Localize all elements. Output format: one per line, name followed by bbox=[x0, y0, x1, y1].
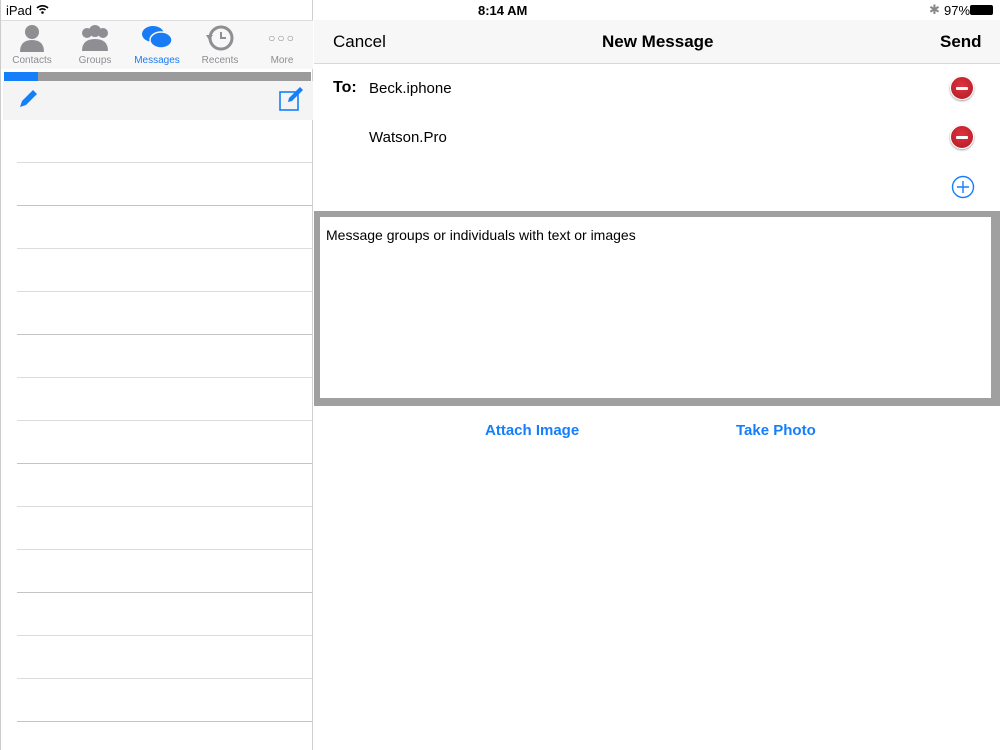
contact-icon bbox=[1, 21, 63, 55]
tab-groups[interactable]: Groups bbox=[64, 21, 126, 70]
edit-pencil-icon[interactable] bbox=[17, 88, 39, 110]
list-separator bbox=[17, 420, 312, 421]
list-separator bbox=[17, 248, 312, 249]
tab-label: Recents bbox=[201, 55, 239, 66]
list-separator bbox=[17, 291, 312, 292]
list-separator bbox=[17, 635, 312, 636]
take-photo-button[interactable]: Take Photo bbox=[736, 422, 816, 439]
messages-icon bbox=[126, 21, 188, 55]
page-title: New Message bbox=[602, 32, 714, 51]
recents-icon bbox=[189, 21, 251, 55]
groups-icon bbox=[64, 21, 126, 55]
recipient: Watson.Pro bbox=[369, 129, 447, 146]
sidebar-toolbar bbox=[3, 81, 313, 120]
sidebar: Contacts Groups Messages Recents ○○○ Mor… bbox=[0, 0, 313, 750]
tab-bar: Contacts Groups Messages Recents ○○○ Mor… bbox=[1, 20, 313, 69]
progress-bar bbox=[4, 72, 311, 81]
list-separator bbox=[17, 334, 312, 335]
list-separator bbox=[17, 678, 312, 679]
list-separator bbox=[17, 506, 312, 507]
more-icon: ○○○ bbox=[268, 31, 296, 45]
tab-label: Contacts bbox=[12, 55, 52, 66]
tab-recents[interactable]: Recents bbox=[189, 21, 251, 70]
list-separator bbox=[17, 205, 312, 206]
remove-recipient-icon[interactable] bbox=[950, 76, 974, 100]
list-separator bbox=[17, 162, 312, 163]
add-recipient-icon[interactable] bbox=[951, 175, 975, 199]
tab-label: Groups bbox=[78, 55, 112, 66]
recipient: Beck.iphone bbox=[369, 80, 452, 97]
send-button[interactable]: Send bbox=[940, 32, 982, 52]
list-separator bbox=[17, 463, 312, 464]
nav-bar: Cancel New Message Send bbox=[314, 20, 1000, 64]
message-input[interactable]: Message groups or individuals with text … bbox=[320, 217, 991, 398]
list-separator bbox=[17, 721, 312, 722]
message-box: Message groups or individuals with text … bbox=[314, 211, 1000, 406]
remove-recipient-icon[interactable] bbox=[950, 125, 974, 149]
compose-icon[interactable] bbox=[278, 86, 304, 112]
tab-label: More bbox=[270, 55, 294, 66]
tab-more[interactable]: ○○○ More bbox=[251, 21, 313, 70]
attach-image-button[interactable]: Attach Image bbox=[485, 422, 579, 439]
progress-fill bbox=[4, 72, 38, 81]
to-label: To: bbox=[333, 79, 357, 96]
tab-messages[interactable]: Messages bbox=[126, 21, 188, 70]
cancel-button[interactable]: Cancel bbox=[333, 32, 386, 52]
tab-contacts[interactable]: Contacts bbox=[1, 21, 63, 70]
tab-label: Messages bbox=[134, 55, 180, 66]
list-separator bbox=[17, 377, 312, 378]
list-separator bbox=[17, 549, 312, 550]
compose-panel: Cancel New Message Send To: Beck.iphone … bbox=[314, 0, 1000, 750]
list-separator bbox=[17, 592, 312, 593]
